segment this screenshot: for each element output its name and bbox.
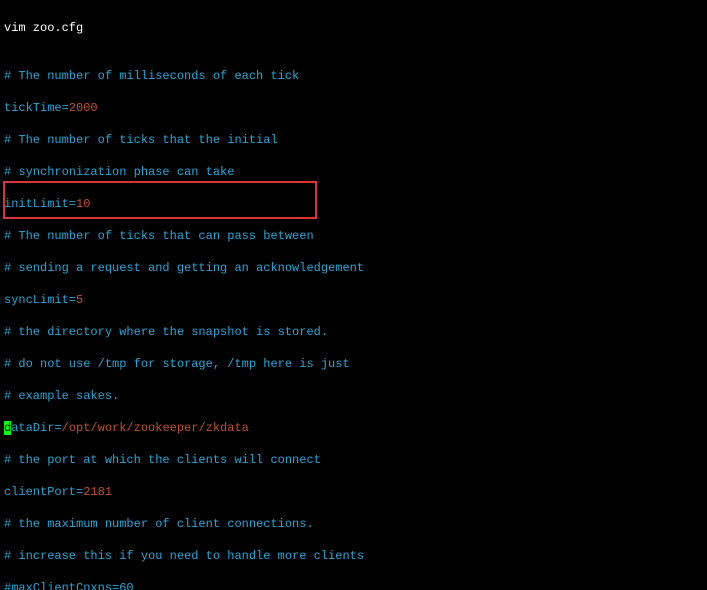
cfg-value: 2181 <box>83 485 112 499</box>
cfg-initlimit: initLimit=10 <box>4 196 703 212</box>
cfg-comment: # the maximum number of client connectio… <box>4 516 703 532</box>
cfg-comment: # sending a request and getting an ackno… <box>4 260 703 276</box>
cfg-value: 10 <box>76 197 90 211</box>
cfg-key: ataDir= <box>11 421 61 435</box>
cfg-comment: # The number of ticks that can pass betw… <box>4 228 703 244</box>
cfg-key: initLimit= <box>4 197 76 211</box>
cfg-comment: # the directory where the snapshot is st… <box>4 324 703 340</box>
cfg-comment: # synchronization phase can take <box>4 164 703 180</box>
cfg-comment: # increase this if you need to handle mo… <box>4 548 703 564</box>
cfg-clientport: clientPort=2181 <box>4 484 703 500</box>
cfg-value: 2000 <box>69 101 98 115</box>
cfg-comment: # The number of milliseconds of each tic… <box>4 68 703 84</box>
cfg-key: tickTime= <box>4 101 69 115</box>
cfg-datadir: dataDir=/opt/work/zookeeper/zkdata <box>4 420 703 436</box>
cfg-value: /opt/work/zookeeper/zkdata <box>62 421 249 435</box>
cfg-comment: # The number of ticks that the initial <box>4 132 703 148</box>
shell-command: vim zoo.cfg <box>4 20 703 36</box>
cfg-value: 5 <box>76 293 83 307</box>
cfg-comment: # example sakes. <box>4 388 703 404</box>
cfg-key: syncLimit= <box>4 293 76 307</box>
cfg-synclimit: syncLimit=5 <box>4 292 703 308</box>
cfg-ticktime: tickTime=2000 <box>4 100 703 116</box>
terminal-editor[interactable]: vim zoo.cfg # The number of milliseconds… <box>0 0 707 590</box>
cfg-comment: # the port at which the clients will con… <box>4 452 703 468</box>
cfg-comment: #maxClientCnxns=60 <box>4 580 703 590</box>
cfg-key: clientPort= <box>4 485 83 499</box>
cfg-comment: # do not use /tmp for storage, /tmp here… <box>4 356 703 372</box>
